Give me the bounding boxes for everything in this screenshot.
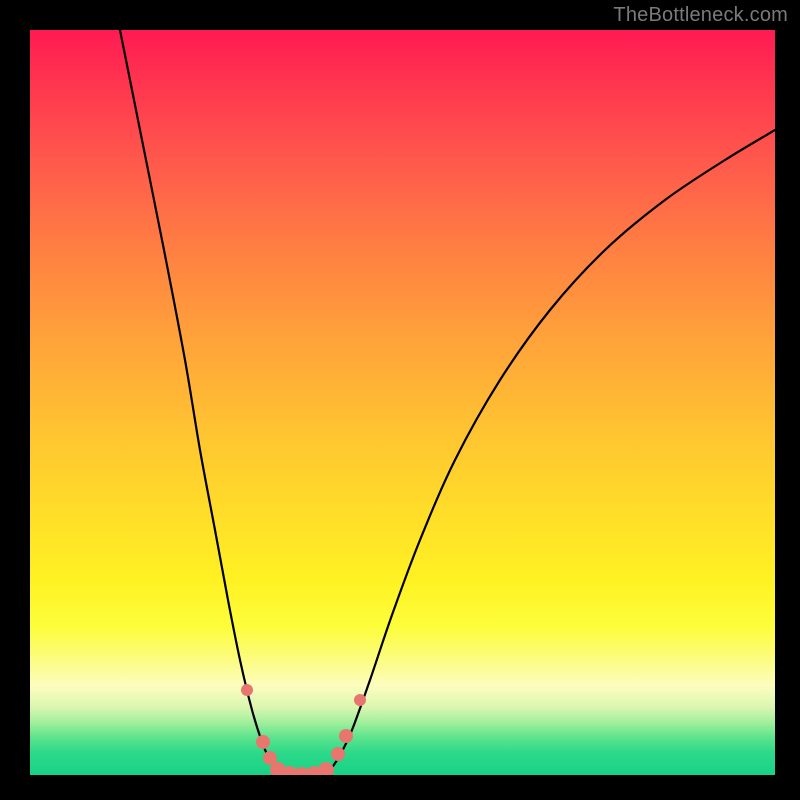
highlight-dot — [318, 762, 334, 775]
highlight-dot — [339, 729, 353, 743]
bottleneck-curve — [120, 30, 775, 775]
highlight-dot — [256, 735, 270, 749]
plot-area — [30, 30, 775, 775]
marker-group — [241, 684, 366, 775]
chart-frame: TheBottleneck.com — [0, 0, 800, 800]
highlight-dot — [331, 747, 345, 761]
highlight-dot — [241, 684, 253, 696]
watermark-text: TheBottleneck.com — [613, 4, 788, 27]
curves-svg — [30, 30, 775, 775]
highlight-dot — [354, 694, 366, 706]
curve-group — [120, 30, 775, 775]
